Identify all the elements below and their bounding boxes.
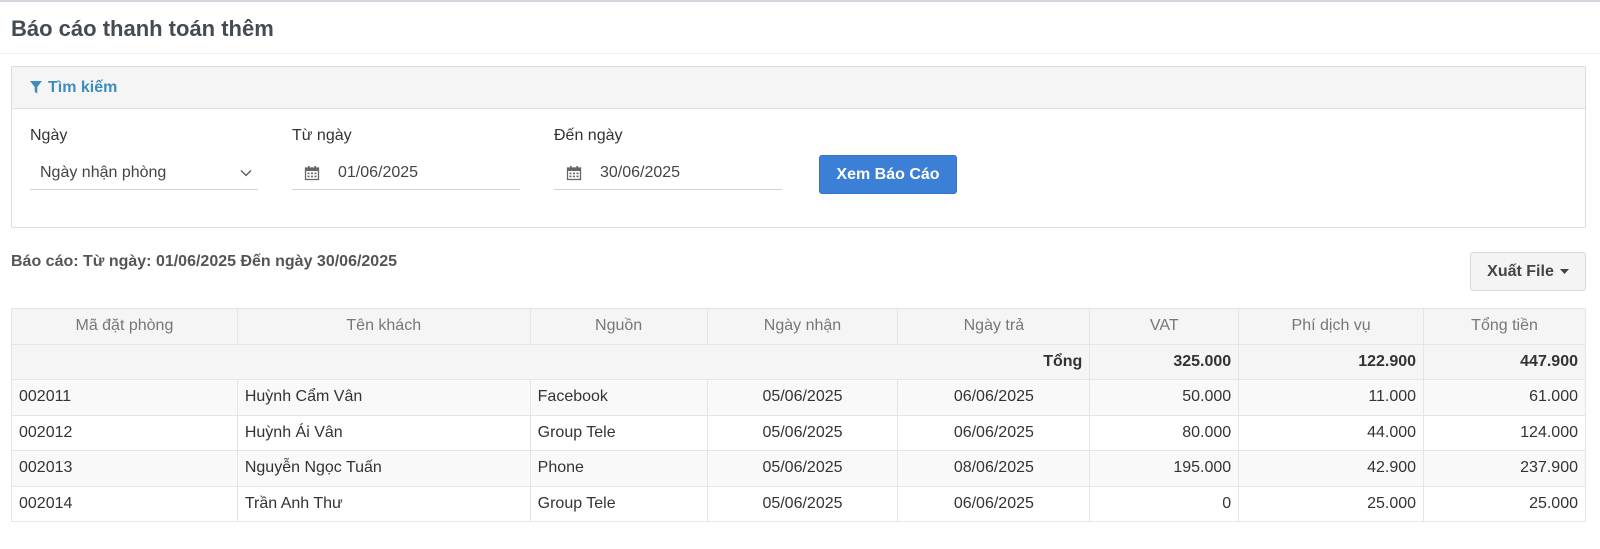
cell-checkin: 05/06/2025 — [706, 450, 899, 487]
report-table: Mã đặt phòng Tên khách Nguồn Ngày nhận N… — [10, 308, 1586, 522]
report-caption: Báo cáo: Từ ngày: 01/06/2025 Đến ngày 30… — [11, 253, 397, 270]
from-date-input[interactable]: 01/06/2025 — [292, 157, 520, 190]
search-panel-toggle[interactable]: Tìm kiếm — [12, 67, 1585, 109]
page-title: Báo cáo thanh toán thêm — [11, 16, 274, 41]
calendar-icon — [304, 166, 320, 181]
export-file-label: Xuất File — [1487, 262, 1554, 280]
export-file-button[interactable]: Xuất File — [1470, 252, 1586, 291]
total-label: Tổng — [10, 343, 1091, 380]
column-header-checkin[interactable]: Ngày nhận — [706, 308, 899, 345]
cell-service-fee: 11.000 — [1238, 379, 1425, 416]
view-report-button[interactable]: Xem Báo Cáo — [819, 155, 957, 194]
cell-checkin: 05/06/2025 — [706, 414, 899, 451]
cell-checkin: 05/06/2025 — [706, 379, 899, 416]
column-header-booking-code[interactable]: Mã đặt phòng — [11, 308, 238, 345]
from-date-label: Từ ngày — [292, 127, 352, 144]
cell-vat: 80.000 — [1089, 414, 1240, 451]
cell-source: Group Tele — [529, 485, 708, 522]
table-total-row: Tổng 325.000 122.900 447.900 — [10, 343, 1586, 380]
total-vat: 325.000 — [1089, 343, 1240, 380]
cell-service-fee: 44.000 — [1238, 414, 1425, 451]
cell-booking-code: 002011 — [11, 379, 238, 416]
to-date-input[interactable]: 30/06/2025 — [554, 157, 782, 190]
date-type-label: Ngày — [30, 127, 68, 144]
cell-booking-code: 002012 — [11, 414, 238, 451]
table-row[interactable]: 002012 Huỳnh Ái Vân Group Tele 05/06/202… — [11, 414, 1586, 451]
cell-guest-name: Trần Anh Thư — [236, 485, 531, 522]
to-date-value: 30/06/2025 — [600, 164, 681, 181]
cell-guest-name: Huỳnh Ái Vân — [236, 414, 531, 451]
calendar-icon — [566, 166, 582, 181]
cell-guest-name: Nguyễn Ngọc Tuấn — [236, 450, 531, 487]
page-header: Báo cáo thanh toán thêm — [0, 2, 1600, 54]
cell-checkout: 06/06/2025 — [897, 485, 1091, 522]
cell-booking-code: 002014 — [11, 485, 238, 522]
total-grand-total: 447.900 — [1423, 343, 1586, 380]
column-header-vat[interactable]: VAT — [1089, 308, 1240, 345]
cell-checkin: 05/06/2025 — [706, 485, 899, 522]
cell-checkout: 08/06/2025 — [897, 450, 1091, 487]
to-date-label: Đến ngày — [554, 127, 623, 144]
cell-source: Facebook — [529, 379, 708, 416]
cell-service-fee: 25.000 — [1238, 485, 1425, 522]
caret-down-icon — [1559, 269, 1569, 274]
cell-service-fee: 42.900 — [1238, 450, 1425, 487]
column-header-total[interactable]: Tổng tiền — [1423, 308, 1586, 345]
date-type-value: Ngày nhận phòng — [40, 164, 167, 181]
cell-total: 61.000 — [1423, 379, 1586, 416]
table-row[interactable]: 002011 Huỳnh Cẩm Vân Facebook 05/06/2025… — [11, 379, 1586, 416]
column-header-service-fee[interactable]: Phí dịch vụ — [1238, 308, 1425, 345]
column-header-checkout[interactable]: Ngày trả — [897, 308, 1091, 345]
page: Báo cáo thanh toán thêm Tìm kiếm Ngày Ng… — [0, 0, 1600, 549]
cell-total: 25.000 — [1423, 485, 1586, 522]
total-service-fee: 122.900 — [1238, 343, 1425, 380]
date-type-select[interactable]: Ngày nhận phòng — [30, 157, 258, 190]
cell-checkout: 06/06/2025 — [897, 379, 1091, 416]
from-date-value: 01/06/2025 — [338, 164, 419, 181]
cell-checkout: 06/06/2025 — [897, 414, 1091, 451]
chevron-down-icon — [240, 170, 252, 177]
cell-source: Phone — [529, 450, 708, 487]
cell-vat: 50.000 — [1089, 379, 1240, 416]
column-header-source[interactable]: Nguồn — [529, 308, 708, 345]
search-panel: Tìm kiếm Ngày Ngày nhận phòng Từ ngày 01… — [11, 66, 1586, 228]
column-header-guest-name[interactable]: Tên khách — [236, 308, 531, 345]
cell-booking-code: 002013 — [11, 450, 238, 487]
cell-guest-name: Huỳnh Cẩm Vân — [236, 379, 531, 416]
cell-total: 124.000 — [1423, 414, 1586, 451]
table-header-row: Mã đặt phòng Tên khách Nguồn Ngày nhận N… — [11, 308, 1586, 345]
cell-total: 237.900 — [1423, 450, 1586, 487]
cell-vat: 0 — [1089, 485, 1240, 522]
cell-source: Group Tele — [529, 414, 708, 451]
table-row[interactable]: 002014 Trần Anh Thư Group Tele 05/06/202… — [11, 485, 1586, 522]
search-panel-title: Tìm kiếm — [48, 78, 118, 96]
table-row[interactable]: 002013 Nguyễn Ngọc Tuấn Phone 05/06/2025… — [11, 450, 1586, 487]
cell-vat: 195.000 — [1089, 450, 1240, 487]
filter-icon — [30, 81, 42, 94]
